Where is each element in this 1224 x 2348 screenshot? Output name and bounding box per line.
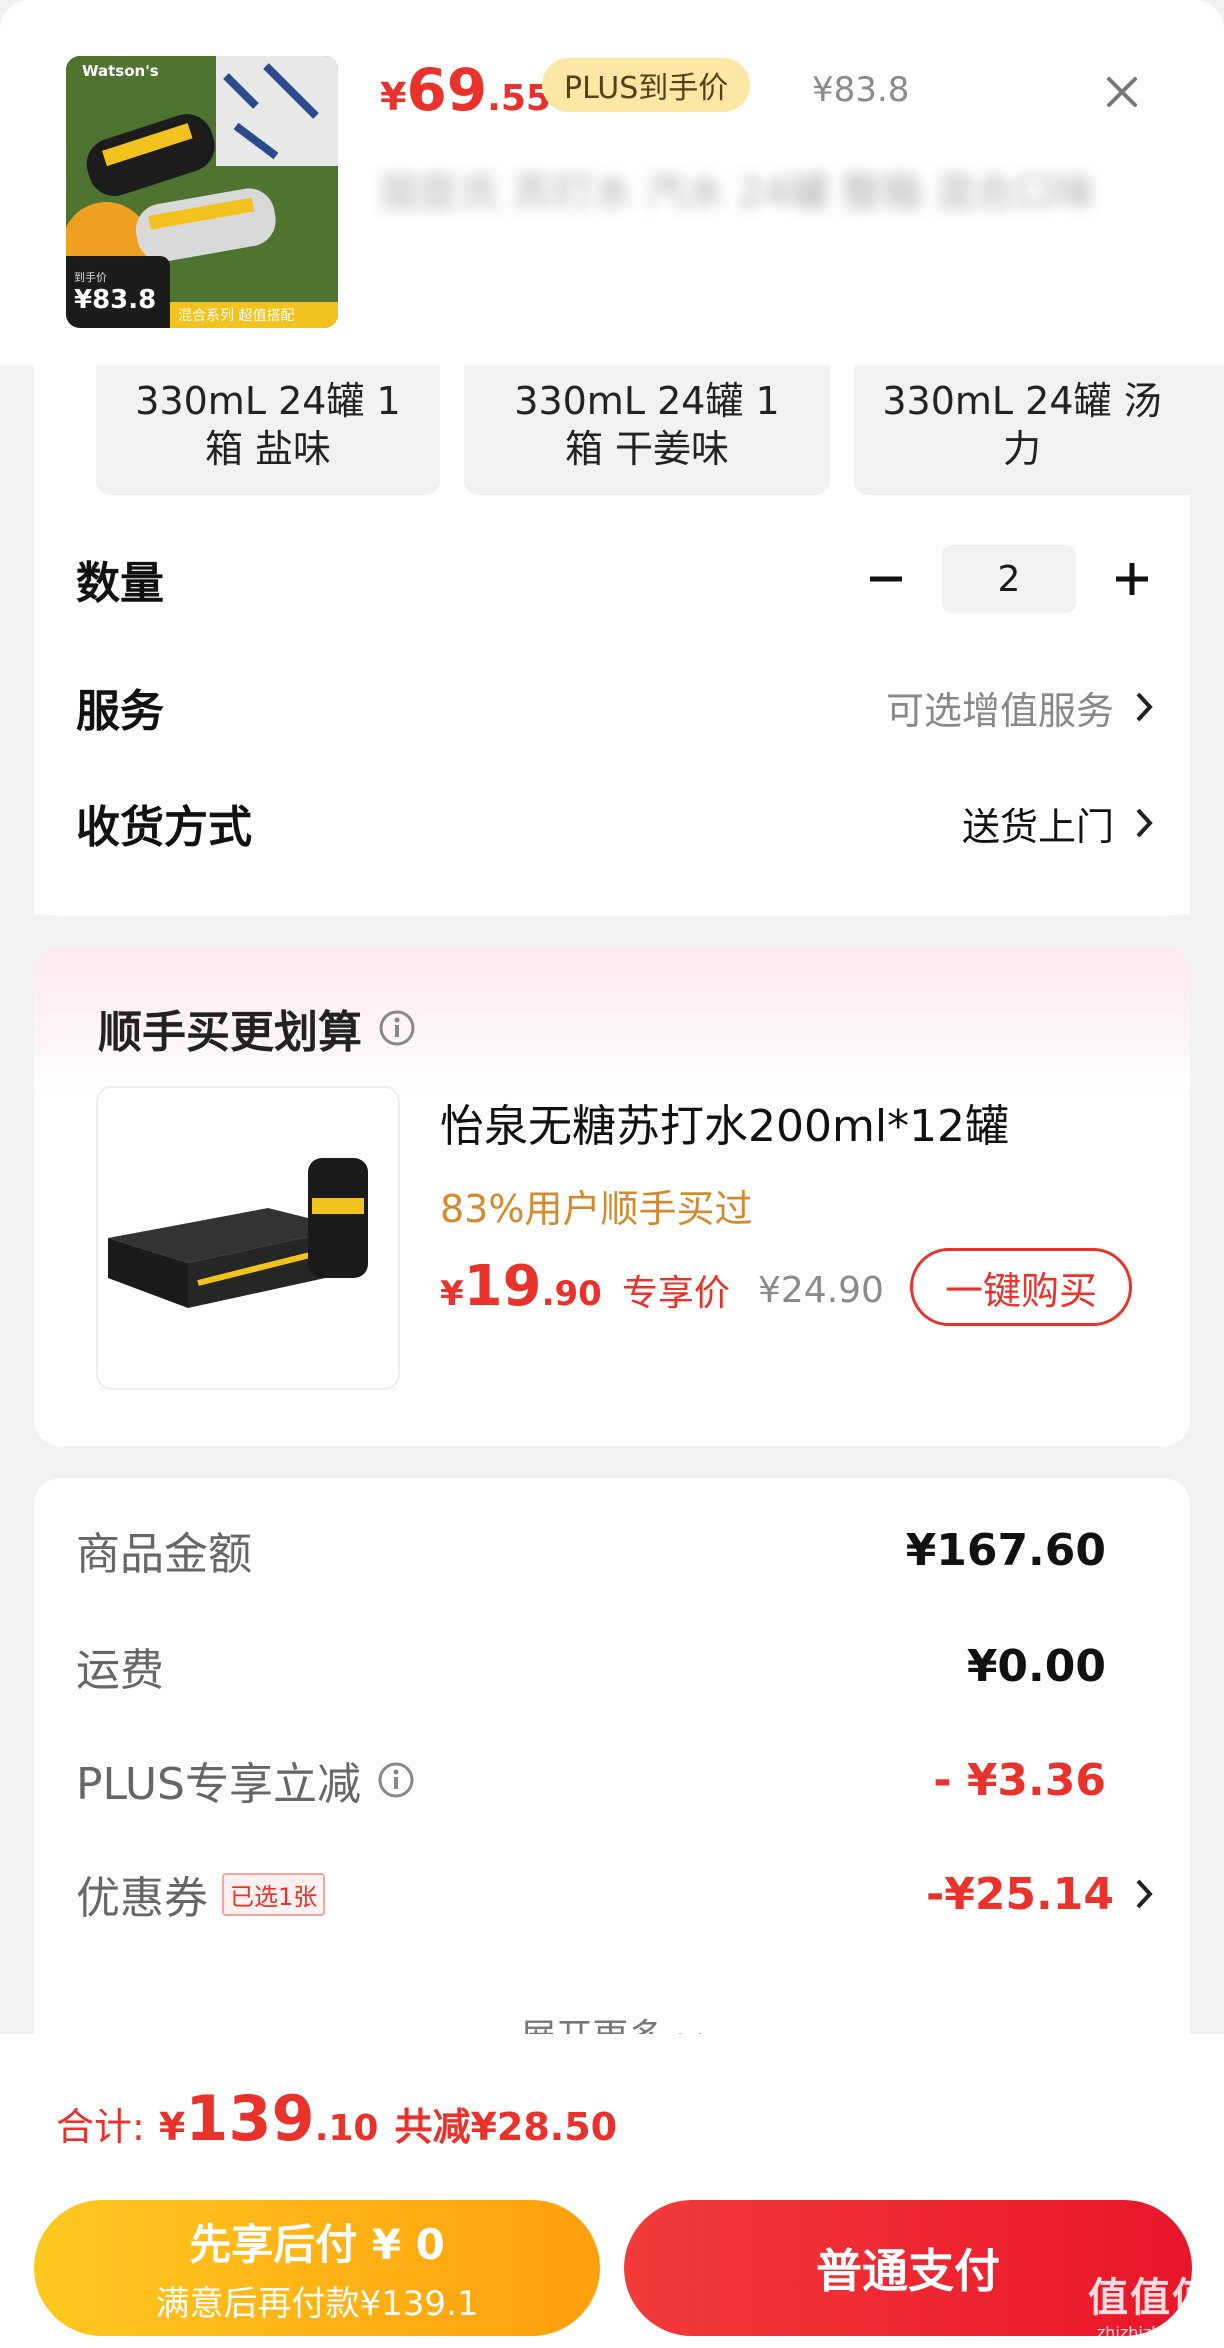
bundle-price-integer: 19 — [463, 1254, 542, 1319]
pay-later-subtitle: 满意后再付款¥139.1 — [155, 2284, 479, 2324]
coupon-label: 优惠券 — [76, 1873, 208, 1924]
bundle-product-image[interactable] — [96, 1086, 400, 1390]
service-row[interactable]: 服务 可选增值服务 — [76, 675, 1154, 739]
total-symbol: ¥ — [158, 2105, 186, 2149]
delivery-row[interactable]: 收货方式 送货上门 — [76, 791, 1154, 855]
price-symbol: ¥ — [380, 75, 407, 119]
info-icon[interactable] — [378, 1009, 416, 1047]
delivery-value: 送货上门 — [961, 804, 1114, 849]
minus-icon — [870, 576, 902, 582]
service-value: 可选增值服务 — [885, 688, 1114, 733]
total-integer: 139 — [185, 2082, 315, 2155]
goods-amount-value: ¥167.60 — [905, 1524, 1106, 1576]
quantity-stepper: 2 — [864, 545, 1154, 613]
info-icon[interactable] — [377, 1761, 415, 1799]
shipping-value: ¥0.00 — [966, 1640, 1106, 1692]
price-integer: 69 — [406, 56, 488, 124]
bundle-price-symbol: ¥ — [440, 1274, 464, 1314]
quantity-input[interactable]: 2 — [942, 545, 1076, 613]
goods-amount-row: 商品金额 ¥167.60 — [76, 1518, 1106, 1582]
total-decimal: .10 — [314, 2108, 379, 2149]
close-button[interactable] — [1092, 62, 1152, 122]
coupon-selected-tag: 已选1张 — [222, 1872, 326, 1916]
chevron-right-icon — [1136, 808, 1153, 838]
plus-discount-row: PLUS专享立减 - ¥3.36 — [76, 1748, 1106, 1812]
bundle-price-tag: 专享价 — [621, 1273, 730, 1314]
bundle-original-price: ¥24.90 — [758, 1270, 884, 1311]
brand-mark: Watson's — [82, 62, 159, 80]
bundle-card: 顺手买更划算 怡泉无糖苏打水200ml*12罐 83%用户顺手买过 ¥19.90… — [34, 948, 1190, 1446]
thumb-badge-price: ¥83.8 — [74, 285, 157, 315]
coupon-value: -¥25.14 — [925, 1868, 1114, 1920]
delivery-label: 收货方式 — [76, 802, 252, 853]
bundle-title: 顺手买更划算 — [98, 996, 416, 1060]
plus-icon — [1116, 563, 1148, 595]
price-summary: 商品金额 ¥167.60 运费 ¥0.00 PLUS专享立减 - ¥3.36 优… — [34, 1478, 1190, 2058]
coupon-row[interactable]: 优惠券 已选1张 -¥25.14 — [76, 1862, 1154, 1926]
pay-later-title: 先享后付 ¥ 0 — [189, 2220, 445, 2269]
product-header: Watson's 到手价 ¥83.8 混合系列 超值搭配 ¥69.55 PLUS… — [0, 0, 1224, 365]
thumb-price-badge: 到手价 ¥83.8 — [66, 256, 170, 328]
one-click-buy-button[interactable]: 一键购买 — [910, 1248, 1132, 1326]
shipping-label: 运费 — [76, 1645, 164, 1696]
product-title-blurred: 屈臣氏 苏打水 汽水 24罐 整箱 混合口味 — [380, 170, 1095, 216]
bundle-image — [108, 1158, 368, 1308]
thumb-strip: 混合系列 超值搭配 — [170, 302, 338, 328]
spec-option-tonic[interactable]: 330mL 24罐 汤 力 — [854, 365, 1190, 495]
quantity-label: 数量 — [76, 558, 164, 609]
spec-panel: 330mL 24罐 1 箱 盐味 330mL 24罐 1 箱 干姜味 330mL… — [34, 365, 1190, 915]
watermark: 值值值 zhizhizhi.com — [1088, 2265, 1214, 2342]
pay-later-button[interactable]: 先享后付 ¥ 0 满意后再付款¥139.1 — [34, 2200, 600, 2336]
checkout-footer: 合计: ¥ 139 .10 共减¥28.50 先享后付 ¥ 0 满意后再付款¥1… — [0, 2034, 1224, 2348]
spec-option-ginger[interactable]: 330mL 24罐 1 箱 干姜味 — [464, 365, 830, 495]
original-price: ¥83.8 — [812, 70, 910, 110]
product-thumbnail: Watson's 到手价 ¥83.8 混合系列 超值搭配 — [66, 56, 338, 328]
close-icon — [1107, 77, 1137, 107]
spec-option-salt[interactable]: 330mL 24罐 1 箱 盐味 — [96, 365, 440, 495]
thumb-badge-label: 到手价 — [74, 271, 107, 284]
quantity-minus-button[interactable] — [864, 557, 908, 601]
plus-discount-value: - ¥3.36 — [933, 1754, 1106, 1806]
quantity-plus-button[interactable] — [1110, 557, 1154, 601]
watermark-sub: zhizhizhi.com — [1096, 2323, 1206, 2342]
plus-price-badge: PLUS到手价 — [542, 58, 751, 112]
total-saved: 共减¥28.50 — [394, 2105, 618, 2149]
total-label: 合计: — [56, 2105, 145, 2149]
bundle-product-name[interactable]: 怡泉无糖苏打水200ml*12罐 — [440, 1090, 1009, 1154]
chevron-right-icon — [1136, 692, 1153, 722]
bundle-price-decimal: .90 — [541, 1274, 602, 1314]
goods-amount-label: 商品金额 — [76, 1529, 252, 1580]
shipping-row: 运费 ¥0.00 — [76, 1634, 1106, 1698]
service-label: 服务 — [76, 686, 164, 737]
current-price: ¥69.55 — [380, 56, 551, 124]
plus-discount-label: PLUS专享立减 — [76, 1759, 361, 1810]
spec-panel-bottom — [34, 890, 1190, 916]
bundle-purchase-stat: 83%用户顺手买过 — [440, 1187, 753, 1231]
watermark-main: 值值值 — [1088, 2275, 1214, 2321]
chevron-right-icon — [1136, 1879, 1153, 1909]
bundle-price: ¥19.90 专享价 — [440, 1254, 730, 1319]
quantity-row: 数量 2 — [76, 545, 1154, 613]
bundle-title-text: 顺手买更划算 — [98, 1007, 362, 1058]
order-total: 合计: ¥ 139 .10 共减¥28.50 — [56, 2082, 617, 2155]
checkout-sheet: Watson's 到手价 ¥83.8 混合系列 超值搭配 ¥69.55 PLUS… — [0, 0, 1224, 2348]
